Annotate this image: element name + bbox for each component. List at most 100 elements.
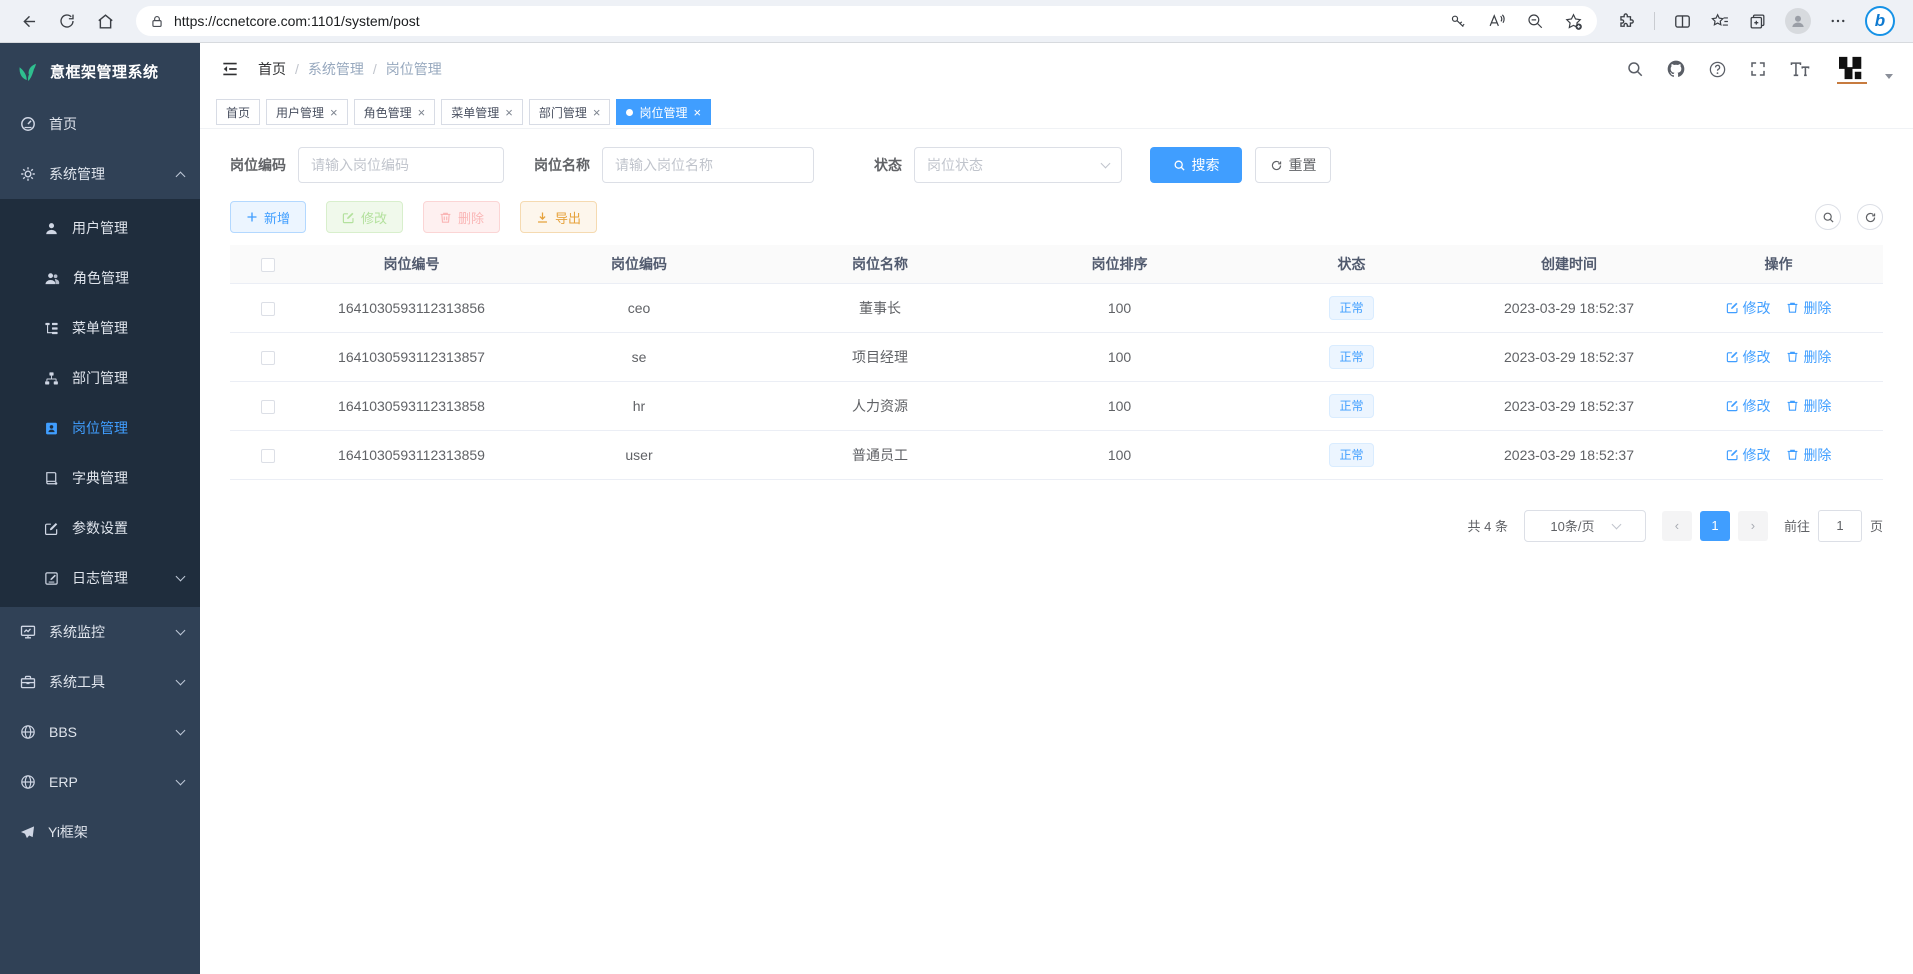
sidebar-fold-button[interactable] <box>220 59 240 79</box>
next-page-button[interactable]: › <box>1738 511 1768 541</box>
edit-button[interactable]: 修改 <box>326 201 403 233</box>
system-management-submenu: 用户管理 角色管理 菜单管理 部门管理 岗位管理 <box>0 199 200 607</box>
row-edit-link[interactable]: 修改 <box>1726 396 1771 416</box>
pagination: 共 4 条 10条/页 ‹ 1 › 前往 页 <box>230 510 1883 542</box>
edit-square-icon <box>1726 350 1739 363</box>
status-select[interactable]: 岗位状态 <box>914 147 1122 183</box>
row-delete-link[interactable]: 删除 <box>1786 445 1831 465</box>
post-name-input[interactable] <box>602 147 814 183</box>
fullscreen-icon[interactable] <box>1749 60 1767 78</box>
sidebar-item-label: 系统监控 <box>49 622 105 642</box>
sidebar-item-menu-management[interactable]: 菜单管理 <box>0 303 200 353</box>
help-icon[interactable] <box>1708 60 1727 79</box>
toolbox-icon <box>20 674 36 690</box>
sidebar-item-parameter-settings[interactable]: 参数设置 <box>0 503 200 553</box>
row-delete-link[interactable]: 删除 <box>1786 347 1831 367</box>
sidebar-item-system-monitor[interactable]: 系统监控 <box>0 607 200 657</box>
hamburger-fold-icon <box>220 59 240 79</box>
tab-close-icon[interactable]: × <box>330 106 338 119</box>
row-edit-link[interactable]: 修改 <box>1726 298 1771 318</box>
sidebar-item-department-management[interactable]: 部门管理 <box>0 353 200 403</box>
sidebar-item-home[interactable]: 首页 <box>0 99 200 149</box>
reset-button-label: 重置 <box>1289 155 1317 175</box>
sidebar-item-dictionary-management[interactable]: 字典管理 <box>0 453 200 503</box>
edit-link-label: 修改 <box>1743 396 1771 416</box>
page-size-select[interactable]: 10条/页 <box>1524 510 1646 542</box>
table-row[interactable]: 1641030593112313856 ceo 董事长 100 正常 2023-… <box>230 283 1883 332</box>
export-button[interactable]: 导出 <box>520 201 597 233</box>
tab-close-icon[interactable]: × <box>505 106 513 119</box>
tab-close-icon[interactable]: × <box>693 106 701 119</box>
table-row[interactable]: 1641030593112313857 se 项目经理 100 正常 2023-… <box>230 332 1883 381</box>
sidebar-item-label: 角色管理 <box>73 268 129 288</box>
tag-tab-post[interactable]: 岗位管理× <box>616 99 711 125</box>
reset-button[interactable]: 重置 <box>1255 147 1331 183</box>
user-avatar[interactable] <box>1833 50 1871 88</box>
sidebar-item-system-tools[interactable]: 系统工具 <box>0 657 200 707</box>
row-checkbox[interactable] <box>261 449 275 463</box>
more-menu-icon[interactable] <box>1829 12 1847 30</box>
sidebar-item-post-management[interactable]: 岗位管理 <box>0 403 200 453</box>
font-size-icon[interactable] <box>1789 60 1811 78</box>
row-checkbox[interactable] <box>261 351 275 365</box>
favorites-bar-icon[interactable] <box>1710 12 1730 31</box>
delete-button[interactable]: 删除 <box>423 201 500 233</box>
breadcrumb-home[interactable]: 首页 <box>258 59 286 79</box>
show-search-toggle-button[interactable] <box>1815 204 1841 230</box>
search-button[interactable]: 搜索 <box>1150 147 1242 183</box>
sidebar-item-log-management[interactable]: 日志管理 <box>0 553 200 603</box>
row-delete-link[interactable]: 删除 <box>1786 396 1831 416</box>
row-checkbox[interactable] <box>261 400 275 414</box>
goto-page-input[interactable] <box>1818 510 1862 542</box>
password-key-icon[interactable] <box>1449 12 1467 30</box>
sidebar-item-system-management[interactable]: 系统管理 <box>0 149 200 199</box>
row-checkbox[interactable] <box>261 302 275 316</box>
browser-home-button[interactable] <box>90 6 120 36</box>
row-edit-link[interactable]: 修改 <box>1726 445 1771 465</box>
row-edit-link[interactable]: 修改 <box>1726 347 1771 367</box>
chevron-down-icon <box>1101 159 1111 169</box>
avatar-dropdown-caret[interactable] <box>1885 74 1893 79</box>
tag-tab-department[interactable]: 部门管理× <box>529 99 611 125</box>
sidebar-item-erp[interactable]: ERP <box>0 757 200 807</box>
row-delete-link[interactable]: 删除 <box>1786 298 1831 318</box>
search-icon[interactable] <box>1626 60 1644 78</box>
page-number-button[interactable]: 1 <box>1700 511 1730 541</box>
bing-chat-icon[interactable]: b <box>1865 6 1895 36</box>
back-icon <box>20 12 39 31</box>
lock-icon <box>150 14 164 29</box>
tag-tab-user[interactable]: 用户管理× <box>266 99 348 125</box>
favorite-add-icon[interactable] <box>1564 12 1583 31</box>
browser-refresh-button[interactable] <box>52 6 82 36</box>
tab-close-icon[interactable]: × <box>418 106 426 119</box>
post-code-input[interactable] <box>298 147 504 183</box>
tab-close-icon[interactable]: × <box>593 106 601 119</box>
collections-icon[interactable] <box>1748 12 1767 31</box>
select-all-checkbox[interactable] <box>261 258 275 272</box>
sidebar-item-role-management[interactable]: 角色管理 <box>0 253 200 303</box>
github-icon[interactable] <box>1666 59 1686 79</box>
tag-tab-menu[interactable]: 菜单管理× <box>441 99 523 125</box>
zoom-out-icon[interactable] <box>1526 12 1544 30</box>
browser-profile-avatar[interactable] <box>1785 8 1811 34</box>
split-screen-icon[interactable] <box>1673 12 1692 31</box>
tag-tab-home[interactable]: 首页 <box>216 99 260 125</box>
refresh-table-button[interactable] <box>1857 204 1883 230</box>
sidebar-item-user-management[interactable]: 用户管理 <box>0 203 200 253</box>
browser-back-button[interactable] <box>14 6 44 36</box>
table-row[interactable]: 1641030593112313858 hr 人力资源 100 正常 2023-… <box>230 381 1883 430</box>
tags-view-bar: 首页 用户管理× 角色管理× 菜单管理× 部门管理× 岗位管理× <box>200 95 1913 129</box>
extensions-icon[interactable] <box>1617 12 1636 31</box>
cell-post-name: 项目经理 <box>760 332 1000 381</box>
prev-page-button[interactable]: ‹ <box>1662 511 1692 541</box>
cell-post-name: 董事长 <box>760 283 1000 332</box>
sidebar-item-label: 菜单管理 <box>72 318 128 338</box>
table-row[interactable]: 1641030593112313859 user 普通员工 100 正常 202… <box>230 430 1883 479</box>
url-input[interactable] <box>174 13 1439 29</box>
tag-tab-role[interactable]: 角色管理× <box>354 99 436 125</box>
read-aloud-icon[interactable] <box>1487 12 1506 30</box>
add-button[interactable]: 新增 <box>230 201 306 233</box>
url-bar[interactable] <box>136 6 1597 36</box>
sidebar-item-yi-framework[interactable]: Yi框架 <box>0 807 200 857</box>
sidebar-item-bbs[interactable]: BBS <box>0 707 200 757</box>
